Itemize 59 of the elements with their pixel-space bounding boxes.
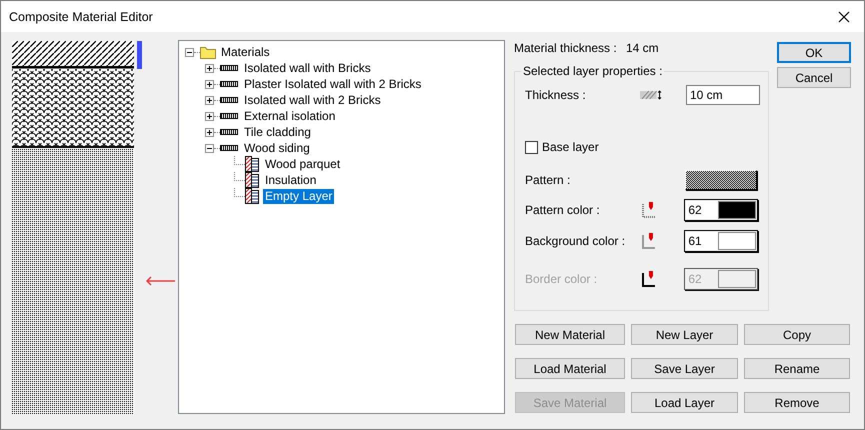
pattern-picker[interactable]: [685, 170, 757, 190]
material-icon: [220, 129, 238, 135]
tree-item[interactable]: Isolated wall with Bricks: [242, 60, 373, 76]
expand-icon[interactable]: [205, 96, 214, 104]
material-thickness-label: Material thickness :: [514, 41, 618, 55]
color-pen-icon: [642, 202, 656, 218]
action-button[interactable]: Save Layer: [631, 358, 738, 379]
left-arrow-icon: [145, 276, 176, 286]
expand-icon[interactable]: [205, 128, 214, 136]
action-button[interactable]: Load Layer: [631, 392, 738, 413]
ok-button[interactable]: OK: [777, 42, 851, 63]
color-picker[interactable]: 61: [684, 230, 758, 252]
action-button[interactable]: Copy: [744, 324, 850, 345]
color-pen-icon: [642, 233, 656, 249]
material-icon: [220, 65, 238, 71]
tree-item[interactable]: External isolation: [242, 108, 338, 124]
tree-item[interactable]: Plaster Isolated wall with 2 Bricks: [242, 76, 424, 92]
group-title: Selected layer properties :: [521, 64, 664, 78]
window-title: Composite Material Editor: [9, 10, 153, 24]
base-layer-label: Base layer: [542, 140, 599, 154]
tree-item[interactable]: Empty Layer: [263, 188, 334, 204]
color-label: Background color :: [525, 234, 626, 248]
tree-item[interactable]: Wood siding: [242, 140, 312, 156]
color-picker[interactable]: 62: [684, 199, 758, 221]
layer-icon: [245, 188, 259, 204]
material-icon: [220, 81, 238, 87]
tree-item[interactable]: Insulation: [263, 172, 318, 188]
layer-icon: [245, 172, 259, 188]
action-button[interactable]: New Material: [515, 324, 625, 345]
action-button[interactable]: Remove: [744, 392, 850, 413]
collapse-icon[interactable]: [185, 48, 194, 56]
thickness-field[interactable]: 10 cm: [686, 85, 760, 105]
action-button[interactable]: Rename: [744, 358, 850, 379]
base-layer-checkbox[interactable]: [525, 140, 538, 154]
expand-icon[interactable]: [205, 64, 214, 72]
color-label: Pattern color :: [525, 203, 601, 217]
cancel-button[interactable]: Cancel: [777, 67, 851, 88]
layer-icon: [245, 156, 259, 172]
layer-indicator-icon: [137, 41, 142, 69]
material-icon: [220, 145, 238, 151]
material-icon: [220, 113, 238, 119]
thickness-label: Thickness :: [525, 88, 587, 102]
tree-item[interactable]: Wood parquet: [263, 156, 342, 172]
close-icon[interactable]: [838, 10, 850, 22]
tree-item[interactable]: Tile cladding: [242, 124, 313, 140]
material-icon: [220, 97, 238, 103]
material-thickness-value: 14 cm: [626, 41, 659, 55]
color-pen-icon: [642, 271, 656, 287]
folder-icon: [200, 45, 216, 59]
color-label: Border color :: [525, 272, 598, 286]
collapse-icon[interactable]: [205, 144, 214, 152]
tree-item[interactable]: Materials: [219, 44, 272, 60]
expand-icon[interactable]: [205, 80, 214, 88]
pattern-label: Pattern :: [525, 173, 572, 187]
expand-icon[interactable]: [205, 112, 214, 120]
thickness-icon: [640, 90, 662, 100]
action-button[interactable]: Load Material: [515, 358, 625, 379]
tree-item[interactable]: Isolated wall with 2 Bricks: [242, 92, 383, 108]
action-button[interactable]: New Layer: [631, 324, 738, 345]
